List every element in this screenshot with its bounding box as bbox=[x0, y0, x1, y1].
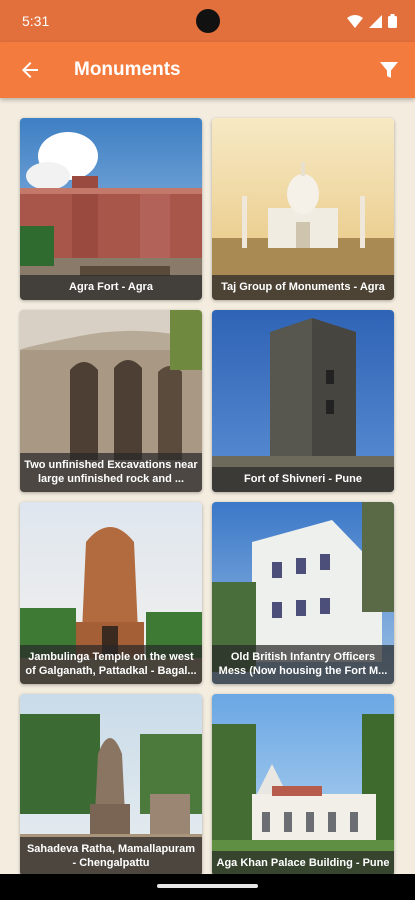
monument-image bbox=[212, 310, 394, 492]
monument-image bbox=[212, 118, 394, 300]
monument-name: Old British Infantry Officers Mess (Now … bbox=[212, 645, 394, 684]
monument-grid: Agra Fort - Agra Taj Group of Monuments … bbox=[20, 118, 396, 876]
monument-card[interactable]: Aga Khan Palace Building - Pune bbox=[212, 694, 394, 876]
monument-name: Aga Khan Palace Building - Pune bbox=[212, 851, 394, 876]
monument-card[interactable]: Jambulinga Temple on the west of Galgana… bbox=[20, 502, 202, 684]
monument-name: Taj Group of Monuments - Agra bbox=[212, 275, 394, 300]
arrow-back-icon bbox=[22, 62, 38, 78]
battery-icon bbox=[388, 14, 397, 28]
monument-image bbox=[20, 118, 202, 300]
back-button[interactable] bbox=[2, 42, 58, 98]
monument-name: Jambulinga Temple on the west of Galgana… bbox=[20, 645, 202, 684]
monument-image bbox=[212, 694, 394, 876]
monument-name: Fort of Shivneri - Pune bbox=[212, 467, 394, 492]
monument-card[interactable]: Old British Infantry Officers Mess (Now … bbox=[212, 502, 394, 684]
status-time: 5:31 bbox=[22, 13, 50, 29]
navigation-bar bbox=[0, 874, 415, 900]
signal-icon bbox=[369, 14, 382, 28]
monument-card[interactable]: Two unfinished Excavations near large un… bbox=[20, 310, 202, 492]
wifi-icon bbox=[347, 14, 363, 28]
filter-icon bbox=[380, 62, 398, 78]
camera-cutout bbox=[196, 9, 220, 33]
monument-name: Agra Fort - Agra bbox=[20, 275, 202, 300]
monument-card[interactable]: Taj Group of Monuments - Agra bbox=[212, 118, 394, 300]
app-bar: Monuments bbox=[0, 42, 415, 98]
monument-card[interactable]: Agra Fort - Agra bbox=[20, 118, 202, 300]
monument-name: Sahadeva Ratha, Mamallapuram - Chengalpa… bbox=[20, 837, 202, 876]
monument-name: Two unfinished Excavations near large un… bbox=[20, 453, 202, 492]
filter-button[interactable] bbox=[365, 42, 413, 98]
page-title: Monuments bbox=[74, 59, 181, 80]
monument-card[interactable]: Sahadeva Ratha, Mamallapuram - Chengalpa… bbox=[20, 694, 202, 876]
monument-card[interactable]: Fort of Shivneri - Pune bbox=[212, 310, 394, 492]
status-icons bbox=[347, 14, 397, 28]
home-gesture-handle[interactable] bbox=[157, 884, 258, 888]
